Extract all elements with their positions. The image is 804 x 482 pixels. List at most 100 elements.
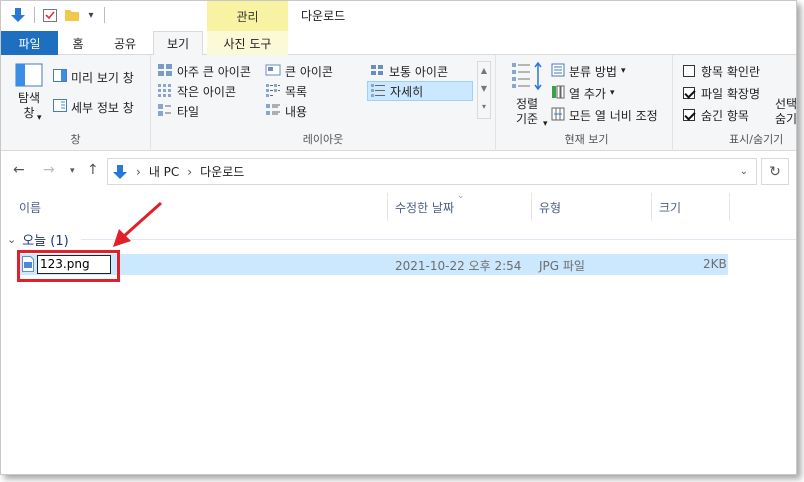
layout-list[interactable]: 목록	[265, 81, 307, 101]
tiles-label: 타일	[177, 104, 200, 119]
item-checkboxes-label: 항목 확인란	[701, 64, 761, 79]
group-label-pane: 창	[70, 133, 81, 146]
layout-small-icons[interactable]: 작은 아이콘	[157, 81, 236, 101]
window-title: 다운로드	[301, 9, 346, 23]
file-type: JPG 파일	[539, 259, 585, 273]
small-icons-icon	[157, 83, 173, 100]
up-arrow-icon[interactable]: ↑	[87, 162, 99, 178]
hidden-items-toggle[interactable]: 숨긴 항목	[683, 105, 749, 125]
file-extensions-label: 파일 확장명	[701, 86, 761, 101]
file-extensions-checkbox[interactable]	[683, 87, 695, 99]
content-icon	[265, 103, 281, 120]
recent-locations-icon[interactable]: ▾	[70, 166, 75, 176]
down-arrow-icon[interactable]	[9, 6, 27, 24]
customize-dropdown-icon[interactable]: ▾	[85, 6, 97, 24]
group-divider	[81, 239, 796, 240]
group-header-label: 오늘 (1)	[22, 234, 69, 249]
medium-icons-label: 보통 아이콘	[389, 64, 449, 79]
sort-by-button[interactable]: 정렬 기준 ▾	[507, 61, 548, 129]
ribbon: 탐색 창 ▾ 미리 보기 창 세부 정보 창 창 아주 큰 아이콘 큰 아이콘 …	[1, 55, 796, 151]
details-pane-label: 세부 정보 창	[71, 100, 134, 115]
add-columns-button[interactable]: 열 추가 ▾	[551, 83, 614, 103]
column-divider[interactable]	[387, 193, 388, 221]
breadcrumb-downloads[interactable]: 다운로드	[200, 163, 244, 180]
details-icon	[370, 83, 386, 100]
layout-extra-large-icons[interactable]: 아주 큰 아이콘	[157, 61, 251, 81]
annotation-arrow-icon	[113, 201, 163, 247]
item-checkboxes-checkbox[interactable]	[683, 65, 695, 77]
table-row[interactable]	[19, 254, 728, 275]
column-divider[interactable]	[531, 193, 532, 221]
details-pane-button[interactable]: 세부 정보 창	[53, 97, 134, 117]
tab-file[interactable]: 파일	[1, 31, 58, 55]
medium-icons-icon	[369, 63, 385, 80]
scroll-down-icon[interactable]: ▼	[478, 80, 490, 98]
column-header-name[interactable]: 이름	[19, 199, 41, 216]
breadcrumb-separator-icon[interactable]: ›	[187, 165, 192, 179]
navigation-pane-button[interactable]: 탐색 창 ▾	[9, 63, 49, 123]
group-show-hide: 항목 확인란 파일 확장명 숨긴 항목 선택 숨기 표시/숨기기	[673, 55, 796, 151]
sort-by-label: 정렬 기준	[515, 97, 539, 126]
column-header-type[interactable]: 유형	[539, 199, 561, 216]
refresh-button[interactable]: ↻	[761, 158, 789, 185]
new-folder-icon[interactable]	[63, 6, 81, 24]
layout-large-icons[interactable]: 큰 아이콘	[265, 61, 333, 81]
column-header-size[interactable]: 크기	[659, 199, 681, 216]
title-bar: ▾ 관리 다운로드	[1, 1, 796, 31]
group-label-layout: 레이아웃	[302, 133, 344, 146]
explorer-window: ▾ 관리 다운로드 파일 홈 공유 보기 사진 도구 탐색 창 ▾ 미리 보기 …	[0, 0, 797, 475]
chevron-down-icon: ▾	[543, 119, 548, 129]
extra-large-icons-label: 아주 큰 아이콘	[177, 64, 251, 79]
download-folder-icon	[112, 164, 128, 180]
layout-medium-icons[interactable]: 보통 아이콘	[369, 61, 448, 81]
separator	[104, 7, 105, 23]
layout-details[interactable]: 자세히	[367, 81, 473, 101]
properties-icon[interactable]	[41, 6, 59, 24]
tab-share[interactable]: 공유	[101, 31, 149, 55]
item-checkboxes-toggle[interactable]: 항목 확인란	[683, 61, 760, 81]
layout-content[interactable]: 내용	[265, 101, 307, 121]
group-header-today[interactable]: ⌄ 오늘 (1)	[7, 230, 69, 249]
chevron-down-icon: ⌄	[7, 233, 17, 246]
navigation-bar: ← → ▾ ↑ › 내 PC › 다운로드 ⌄ ↻	[1, 151, 796, 191]
more-icon[interactable]: ▾	[478, 98, 490, 116]
large-icons-label: 큰 아이콘	[285, 64, 333, 79]
back-arrow-icon[interactable]: ←	[13, 162, 25, 178]
tab-home[interactable]: 홈	[61, 31, 95, 55]
list-label: 목록	[285, 84, 308, 99]
file-extensions-toggle[interactable]: 파일 확장명	[683, 83, 760, 103]
refresh-icon: ↻	[769, 163, 781, 180]
forward-arrow-icon[interactable]: →	[43, 162, 55, 178]
preview-pane-icon	[53, 69, 67, 85]
hide-selected-button[interactable]: 선택 숨기	[775, 97, 796, 127]
group-by-button[interactable]: 분류 방법 ▾	[551, 61, 626, 81]
breadcrumb-this-pc[interactable]: 내 PC	[149, 163, 179, 180]
details-label: 자세히	[390, 84, 424, 99]
navigation-pane-label: 탐색 창	[17, 91, 41, 120]
add-columns-icon	[551, 85, 565, 102]
file-date: 2021-10-22 오후 2:54	[395, 259, 522, 273]
column-divider[interactable]	[729, 193, 730, 221]
hidden-items-label: 숨긴 항목	[701, 108, 749, 123]
details-pane-icon	[53, 99, 67, 115]
size-all-columns-button[interactable]: 모든 열 너비 조정	[551, 105, 658, 125]
group-by-label: 분류 방법	[569, 64, 617, 79]
layout-tiles[interactable]: 타일	[157, 101, 199, 121]
group-current-view: 정렬 기준 ▾ 분류 방법 ▾ 열 추가 ▾ 모든 열 너비 조정 현재 보기	[501, 55, 673, 151]
address-bar[interactable]: › 내 PC › 다운로드 ⌄	[107, 158, 757, 185]
preview-pane-button[interactable]: 미리 보기 창	[53, 67, 134, 87]
group-label-current-view: 현재 보기	[564, 133, 609, 146]
column-header-date[interactable]: 수정한 날짜	[395, 199, 454, 216]
group-pane: 탐색 창 ▾ 미리 보기 창 세부 정보 창 창	[1, 55, 151, 151]
column-divider[interactable]	[651, 193, 652, 221]
scroll-up-icon[interactable]: ▲	[478, 62, 490, 80]
tab-picture-tools[interactable]: 사진 도구	[207, 31, 288, 55]
ribbon-tabs: 파일 홈 공유 보기 사진 도구	[1, 31, 796, 56]
tab-view[interactable]: 보기	[153, 31, 203, 56]
content-label: 내용	[285, 104, 308, 119]
hidden-items-checkbox[interactable]	[683, 109, 695, 121]
layout-scroll[interactable]: ▲ ▼ ▾	[477, 61, 491, 119]
group-label-show-hide: 표시/숨기기	[729, 133, 784, 146]
address-dropdown-icon[interactable]: ⌄	[740, 166, 748, 177]
breadcrumb-separator-icon[interactable]: ›	[136, 165, 141, 179]
